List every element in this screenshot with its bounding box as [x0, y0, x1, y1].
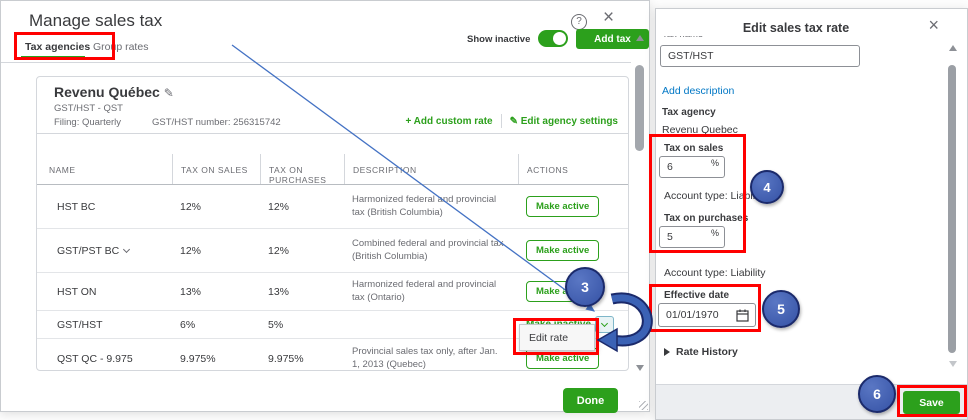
rate-history-label: Rate History — [676, 346, 738, 358]
save-button[interactable]: Save — [903, 391, 960, 414]
chevron-down-icon[interactable] — [123, 245, 131, 253]
row-name: HST BC — [57, 200, 96, 213]
effective-date-value: 01/01/1970 — [666, 309, 719, 321]
step-badge-4: 4 — [750, 170, 784, 204]
manage-sales-tax-dialog: Manage sales tax ? × Tax agencies Group … — [0, 0, 650, 413]
row-tax-on-sales: 12% — [180, 200, 202, 213]
scroll-down-arrow[interactable] — [636, 365, 644, 371]
edit-agency-settings-link[interactable]: ✎ Edit agency settings — [510, 116, 618, 127]
show-inactive-toggle[interactable] — [538, 30, 568, 47]
row-name: HST ON — [57, 285, 97, 298]
add-description-link[interactable]: Add description — [662, 85, 734, 97]
agency-name-text: Revenu Québec — [54, 84, 160, 100]
rate-history-toggle[interactable]: Rate History — [664, 346, 738, 358]
calendar-icon[interactable] — [736, 309, 749, 322]
header-actions: ACTIONS — [518, 154, 628, 184]
tax-on-sales-label: Tax on sales — [664, 143, 724, 154]
table-row: GST/PST BC 12% 12% Combined federal and … — [37, 229, 628, 273]
step-badge-3: 3 — [565, 267, 605, 307]
tax-on-purchases-label: Tax on purchases — [664, 213, 749, 224]
panel-title: Edit sales tax rate — [742, 21, 850, 35]
toggle-knob — [553, 32, 566, 45]
make-active-button[interactable]: Make active — [526, 348, 600, 369]
percent-sign: % — [710, 228, 719, 238]
row-tax-on-sales: 12% — [180, 244, 202, 257]
step-badge-6: 6 — [858, 375, 896, 413]
row-tax-on-purchases: 12% — [268, 244, 290, 257]
tabs-divider — [1, 62, 631, 63]
agency-name: Revenu Québec ✎ — [54, 84, 174, 100]
percent-sign: % — [710, 158, 719, 168]
row-name: QST QC - 9.975 — [57, 352, 133, 365]
edit-sales-tax-rate-panel: Edit sales tax rate × Tax name Add descr… — [655, 8, 968, 420]
edit-agency-name-icon[interactable]: ✎ — [164, 86, 174, 100]
scroll-down-arrow[interactable] — [949, 361, 957, 367]
tax-on-sales-field: % — [659, 156, 725, 178]
row-description: Harmonized federal and provincial tax (O… — [352, 278, 497, 303]
table-header-row: NAME TAX ON SALES TAX ON PURCHASES DESCR… — [37, 154, 628, 185]
row-tax-on-sales: 13% — [180, 285, 202, 298]
scroll-up-arrow[interactable] — [949, 45, 957, 51]
tab-group-rates[interactable]: Group rates — [93, 41, 148, 53]
row-description: Harmonized federal and provincial tax (B… — [352, 193, 497, 218]
row-actions-dropdown-button[interactable] — [595, 316, 615, 333]
header-description: DESCRIPTION — [344, 154, 518, 184]
agency-codes: GST/HST - QST — [54, 103, 123, 114]
tax-agency-value: Revenu Quebec — [662, 124, 738, 136]
resize-handle[interactable] — [639, 401, 648, 410]
header-name: NAME — [49, 165, 76, 175]
account-type-liability: Account type: Liability — [664, 267, 766, 279]
show-inactive-label: Show inactive — [467, 34, 531, 45]
dialog-title: Manage sales tax — [29, 11, 163, 30]
make-active-button[interactable]: Make active — [526, 196, 600, 217]
chevron-down-icon — [601, 319, 609, 328]
edit-rate-menu-item[interactable]: Edit rate — [519, 324, 595, 351]
agency-filing: Filing: Quarterly — [54, 117, 122, 128]
tax-agency-label: Tax agency — [662, 107, 716, 118]
row-tax-on-purchases: 12% — [268, 200, 290, 213]
table-row: HST ON 13% 13% Harmonized federal and pr… — [37, 273, 628, 311]
effective-date-field[interactable]: 01/01/1970 — [658, 303, 756, 327]
header-tax-on-sales: TAX ON SALES — [172, 154, 260, 184]
table-row: HST BC 12% 12% Harmonized federal and pr… — [37, 185, 628, 229]
add-custom-rate-link[interactable]: + Add custom rate — [405, 116, 492, 127]
active-tab-underline — [21, 56, 85, 59]
done-button[interactable]: Done — [563, 388, 618, 413]
expand-triangle-icon — [664, 348, 670, 356]
header-tax-on-purchases: TAX ON PURCHASES — [260, 154, 344, 185]
make-active-button[interactable]: Make active — [526, 240, 600, 261]
tax-name-label: Tax name — [662, 36, 703, 40]
effective-date-label: Effective date — [664, 290, 730, 301]
scrollbar-thumb[interactable] — [635, 65, 644, 151]
scrollbar-thumb[interactable] — [948, 65, 956, 353]
row-tax-on-purchases: 9.975% — [268, 352, 304, 365]
agency-number: GST/HST number: 256315742 — [152, 117, 281, 128]
tax-on-purchases-field: % — [659, 226, 725, 248]
close-icon[interactable]: × — [928, 15, 939, 36]
tax-name-input[interactable] — [660, 45, 860, 67]
row-tax-on-purchases: 13% — [268, 285, 290, 298]
row-name: GST/PST BC — [37, 245, 172, 257]
step-badge-5: 5 — [762, 290, 800, 328]
row-description: Provincial sales tax only, after Jan. 1,… — [352, 345, 498, 370]
row-tax-on-sales: 6% — [180, 318, 196, 331]
row-description: Combined federal and provincial tax (Bri… — [352, 237, 504, 262]
row-tax-on-purchases: 5% — [268, 318, 284, 331]
screen: { "main_dialog": { "title": "Manage sale… — [0, 0, 968, 420]
links-separator — [500, 114, 502, 128]
scroll-up-arrow[interactable] — [636, 35, 644, 41]
row-tax-on-sales: 9.975% — [180, 352, 216, 365]
close-icon[interactable]: × — [603, 7, 614, 29]
row-name: GST/HST — [57, 318, 103, 331]
card-divider — [37, 133, 628, 134]
tab-tax-agencies[interactable]: Tax agencies — [25, 41, 90, 53]
help-icon[interactable]: ? — [571, 14, 587, 30]
